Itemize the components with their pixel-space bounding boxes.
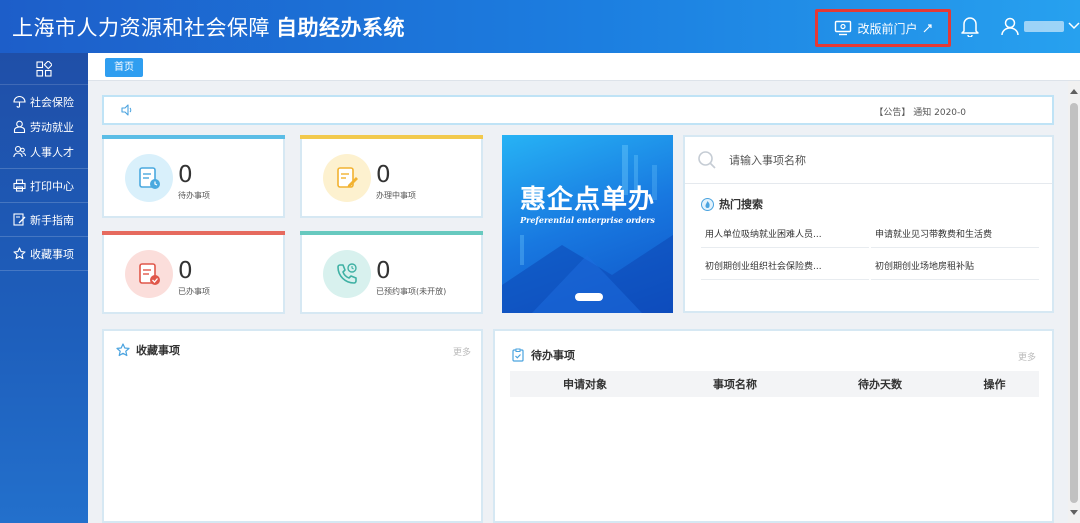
todo-table-header: 申请对象 事项名称 待办天数 操作 — [510, 371, 1039, 397]
umbrella-icon — [13, 96, 26, 108]
favorites-heading: 收藏事项 — [116, 342, 180, 358]
clipboard-check-icon — [512, 348, 524, 362]
scroll-down-arrow-icon[interactable] — [1070, 510, 1078, 515]
stat-value: 0 — [178, 162, 193, 188]
sidebar: 社会保险 劳动就业 人事人才 打印中心 新手指南 收藏事项 — [0, 53, 88, 523]
completed-check-icon — [125, 250, 173, 298]
sidebar-item-label: 收藏事项 — [30, 247, 74, 261]
column-header: 操作 — [983, 378, 1006, 391]
stat-label: 已预约事项(未开放) — [376, 287, 447, 296]
stat-card-processing[interactable]: 0 办理中事项 — [300, 135, 483, 218]
search-icon — [698, 151, 716, 169]
bell-icon[interactable] — [960, 15, 980, 37]
guide-icon — [13, 213, 26, 226]
link-icon — [923, 23, 932, 32]
sidebar-item-favorites[interactable]: 收藏事项 — [0, 241, 88, 266]
column-header: 申请对象 — [563, 378, 607, 391]
top-header: 上海市人力资源和社会保障 自助经办系统 改版前门户 — [0, 0, 1080, 53]
tab-bar: 首页 — [88, 53, 1080, 81]
favorites-title: 收藏事项 — [136, 344, 180, 357]
grid-menu-icon — [36, 60, 52, 77]
people-icon — [13, 145, 26, 158]
todo-panel: 待办事项 更多 申请对象 事项名称 待办天数 操作 — [493, 329, 1054, 523]
stat-card-accent — [102, 231, 285, 235]
stat-card-accent — [300, 135, 483, 139]
search-input[interactable] — [729, 153, 1029, 167]
chevron-down-icon — [1068, 22, 1080, 30]
pending-document-icon — [125, 154, 173, 202]
sidebar-item-label: 劳动就业 — [30, 120, 74, 134]
tab-home[interactable]: 首页 — [105, 58, 143, 77]
column-header: 事项名称 — [713, 378, 757, 391]
todo-more-link[interactable]: 更多 — [1018, 350, 1036, 363]
system-title: 上海市人力资源和社会保障 自助经办系统 — [12, 12, 405, 42]
system-title-org: 上海市人力资源和社会保障 — [12, 16, 270, 40]
user-avatar-icon — [1001, 17, 1019, 36]
hot-search-title: 热门搜索 — [719, 198, 763, 211]
sidebar-group-guide: 新手指南 — [0, 203, 88, 237]
stat-value: 0 — [376, 258, 391, 284]
announcement-text[interactable]: 【公告】 通知 2020-0 — [874, 105, 966, 118]
monitor-icon — [835, 20, 852, 36]
banner-title: 惠企点单办 — [519, 185, 655, 215]
banner-subtitle: Preferential enterprise orders — [520, 215, 655, 225]
sidebar-item-guide[interactable]: 新手指南 — [0, 207, 88, 232]
sidebar-item-employment[interactable]: 劳动就业 — [0, 114, 88, 139]
todo-heading: 待办事项 — [511, 347, 575, 363]
sidebar-item-label: 社会保险 — [30, 95, 74, 109]
sidebar-item-personnel[interactable]: 人事人才 — [0, 139, 88, 164]
hot-search-item[interactable]: 初创期创业场地房租补贴 — [871, 255, 1039, 280]
page-scrollbar[interactable] — [1068, 81, 1080, 523]
stat-value: 0 — [376, 162, 391, 188]
search-box — [685, 137, 1052, 184]
sidebar-item-label: 新手指南 — [30, 213, 74, 227]
stat-value: 0 — [178, 258, 193, 284]
hot-search-item[interactable]: 初创期创业组织社会保险费... — [701, 255, 869, 280]
stat-card-accent — [300, 231, 483, 235]
star-outline-icon — [116, 343, 130, 357]
hot-search-item[interactable]: 申请就业见习带教费和生活费 — [871, 223, 1039, 248]
sidebar-group-favorites: 收藏事项 — [0, 237, 88, 271]
hot-search-heading: 热门搜索 — [701, 196, 763, 212]
announcement-bar: 【公告】 通知 2020-0 — [102, 95, 1054, 125]
printer-icon — [13, 179, 26, 192]
favorites-panel: 收藏事项 更多 — [102, 329, 483, 523]
stat-card-reserved[interactable]: 0 已预约事项(未开放) — [300, 231, 483, 314]
todo-title: 待办事项 — [531, 349, 575, 362]
user-menu[interactable] — [1000, 16, 1080, 36]
old-portal-label: 改版前门户 — [857, 21, 918, 36]
banner-carousel-indicator[interactable] — [575, 293, 603, 301]
column-header: 待办天数 — [858, 378, 902, 391]
scroll-thumb[interactable] — [1070, 103, 1078, 503]
speaker-icon — [121, 104, 132, 116]
promo-banner[interactable]: 惠企点单办 Preferential enterprise orders — [502, 135, 673, 313]
stat-card-accent — [102, 135, 285, 139]
phone-clock-icon — [323, 250, 371, 298]
hot-search-item[interactable]: 用人单位吸纳就业困难人员... — [701, 223, 869, 248]
favorites-more-link[interactable]: 更多 — [453, 345, 471, 358]
worker-icon — [13, 120, 26, 133]
sidebar-group-print: 打印中心 — [0, 169, 88, 203]
sidebar-group-services: 社会保险 劳动就业 人事人才 — [0, 85, 88, 169]
sidebar-item-social-insurance[interactable]: 社会保险 — [0, 89, 88, 114]
sidebar-item-label: 人事人才 — [30, 145, 74, 159]
star-icon — [13, 247, 26, 260]
processing-edit-icon — [323, 154, 371, 202]
stat-card-pending[interactable]: 0 待办事项 — [102, 135, 285, 218]
stat-label: 待办事项 — [178, 191, 210, 200]
sidebar-item-label: 打印中心 — [30, 179, 74, 193]
sidebar-item-print-center[interactable]: 打印中心 — [0, 173, 88, 198]
stat-card-completed[interactable]: 0 已办事项 — [102, 231, 285, 314]
old-portal-button[interactable]: 改版前门户 — [815, 9, 951, 47]
fire-badge-icon — [701, 197, 714, 211]
scroll-up-arrow-icon[interactable] — [1070, 89, 1078, 94]
search-panel: 热门搜索 用人单位吸纳就业困难人员... 申请就业见习带教费和生活费 初创期创业… — [683, 135, 1054, 313]
stat-label: 已办事项 — [178, 287, 210, 296]
system-title-name: 自助经办系统 — [276, 16, 405, 40]
sidebar-menu-toggle[interactable] — [0, 53, 88, 85]
stat-label: 办理中事项 — [376, 191, 416, 200]
user-name-masked — [1024, 20, 1064, 32]
